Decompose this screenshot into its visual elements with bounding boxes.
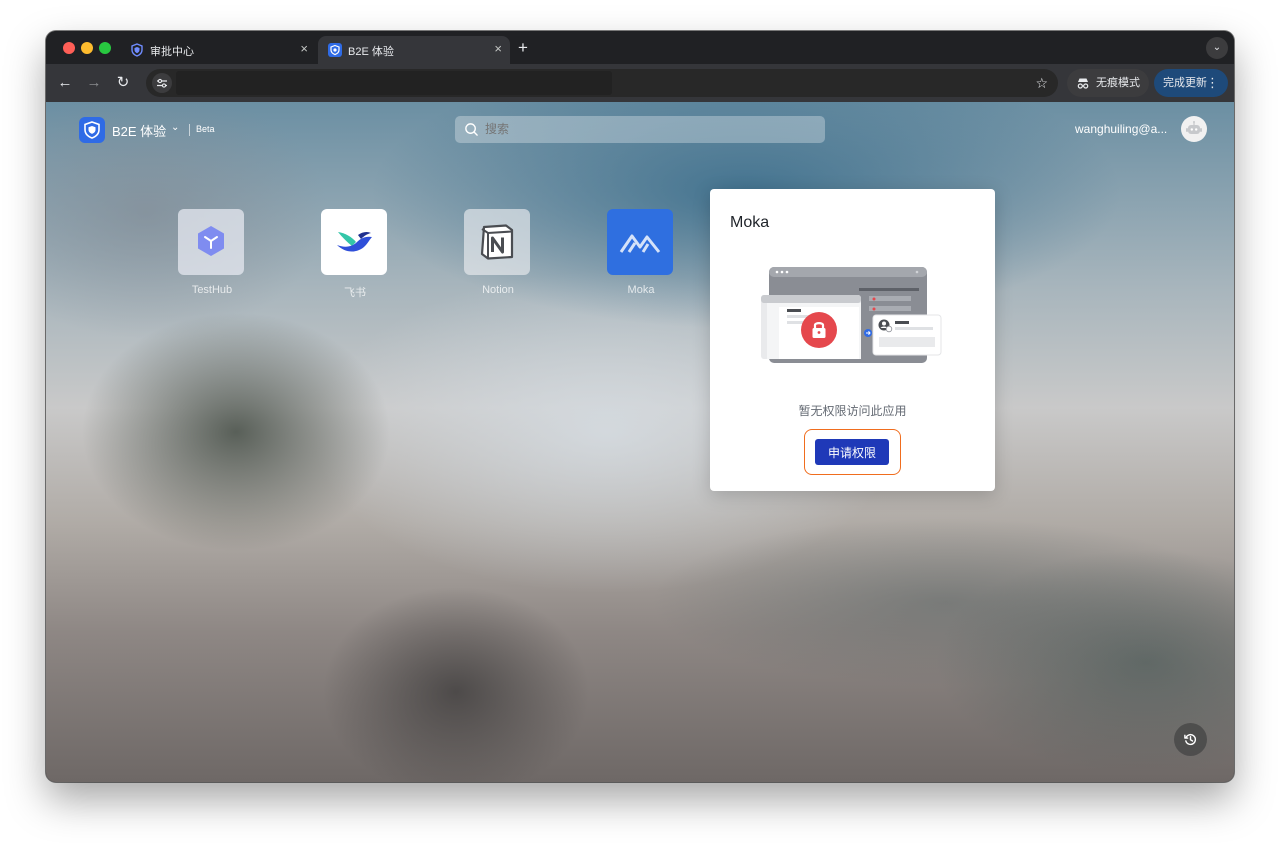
permission-dialog: Moka 暂无权限访问此应用 申请权限 xyxy=(710,189,995,491)
app-label: TestHub xyxy=(191,284,233,296)
app-label: Moka xyxy=(627,284,655,296)
incognito-indicator[interactable]: 无痕模式 xyxy=(1067,69,1149,97)
search-bar[interactable] xyxy=(455,116,825,143)
site-info-button[interactable] xyxy=(152,73,172,93)
more-vertical-icon: ⋮ xyxy=(1206,75,1219,90)
tab-title: B2E 体验 xyxy=(348,46,394,58)
notion-n-icon xyxy=(464,209,530,275)
incognito-label: 无痕模式 xyxy=(1096,77,1140,89)
locked-app-illustration xyxy=(761,267,942,363)
cube-icon xyxy=(178,209,244,275)
back-button[interactable]: ← xyxy=(55,73,75,93)
tab-b2e[interactable]: B2E 体验 × xyxy=(318,36,510,64)
app-label: Notion xyxy=(482,284,514,296)
tab-close-button[interactable]: × xyxy=(494,41,502,57)
url-text[interactable] xyxy=(176,71,612,95)
no-permission-message: 暂无权限访问此应用 xyxy=(798,404,907,418)
moka-mountain-icon xyxy=(607,209,673,275)
chevron-down-icon: ⌄ xyxy=(171,122,180,133)
window-close-button[interactable] xyxy=(63,42,75,54)
app-tile-feishu[interactable]: 飞书 xyxy=(310,209,400,309)
b2e-logo-icon xyxy=(79,117,105,143)
avatar[interactable] xyxy=(1181,116,1207,142)
dialog-title: Moka xyxy=(730,214,770,231)
search-icon xyxy=(465,123,478,136)
window-zoom-button[interactable] xyxy=(99,42,111,54)
update-label: 完成更新 xyxy=(1163,77,1207,89)
app-label: 飞书 xyxy=(344,287,366,299)
new-tab-button[interactable]: + xyxy=(518,38,528,58)
reload-button[interactable]: ↻ xyxy=(113,73,133,93)
tab-search-button[interactable]: ⌄ xyxy=(1206,37,1228,59)
app-tile-moka[interactable]: Moka xyxy=(596,209,686,309)
app-tile-testhub[interactable]: TestHub xyxy=(167,209,257,309)
update-button[interactable]: 完成更新 ⋮ xyxy=(1154,69,1228,97)
incognito-icon xyxy=(1077,78,1089,89)
tab-title: 审批中心 xyxy=(150,46,194,58)
feishu-bird-icon xyxy=(321,209,387,275)
address-bar[interactable]: ☆ xyxy=(146,69,1058,97)
window-minimize-button[interactable] xyxy=(81,42,93,54)
brand-name: B2E 体验 xyxy=(112,124,167,139)
divider xyxy=(189,124,190,136)
b2e-logo-icon xyxy=(328,43,342,57)
tab-close-button[interactable]: × xyxy=(300,41,308,57)
shield-icon xyxy=(131,43,143,57)
browser-window: 审批中心 × B2E 体验 × + ⌄ ← → ↻ ☆ 无痕模式 完成更新 ⋮ … xyxy=(46,31,1234,782)
history-icon xyxy=(1184,733,1197,746)
forward-button[interactable]: → xyxy=(84,73,104,93)
app-tile-notion[interactable]: Notion xyxy=(453,209,543,309)
page-content: B2E 体验 ⌄ Beta wanghuiling@a... xyxy=(46,102,1234,782)
bookmark-star-icon[interactable]: ☆ xyxy=(1035,74,1048,92)
request-permission-button[interactable]: 申请权限 xyxy=(815,439,889,465)
user-email[interactable]: wanghuiling@a... xyxy=(1075,122,1167,136)
history-button[interactable] xyxy=(1174,723,1207,756)
request-button-focus-ring: 申请权限 xyxy=(804,429,901,475)
tab-strip: 审批中心 × B2E 体验 × + ⌄ xyxy=(46,31,1234,64)
browser-toolbar: ← → ↻ ☆ 无痕模式 完成更新 ⋮ xyxy=(46,64,1234,102)
tab-approval-center[interactable]: 审批中心 × xyxy=(120,36,316,64)
beta-badge: Beta xyxy=(196,124,215,134)
chevron-down-icon: ⌄ xyxy=(1212,42,1222,53)
robot-avatar-icon xyxy=(1186,121,1202,134)
search-input[interactable] xyxy=(485,122,685,136)
tune-icon xyxy=(157,78,167,88)
